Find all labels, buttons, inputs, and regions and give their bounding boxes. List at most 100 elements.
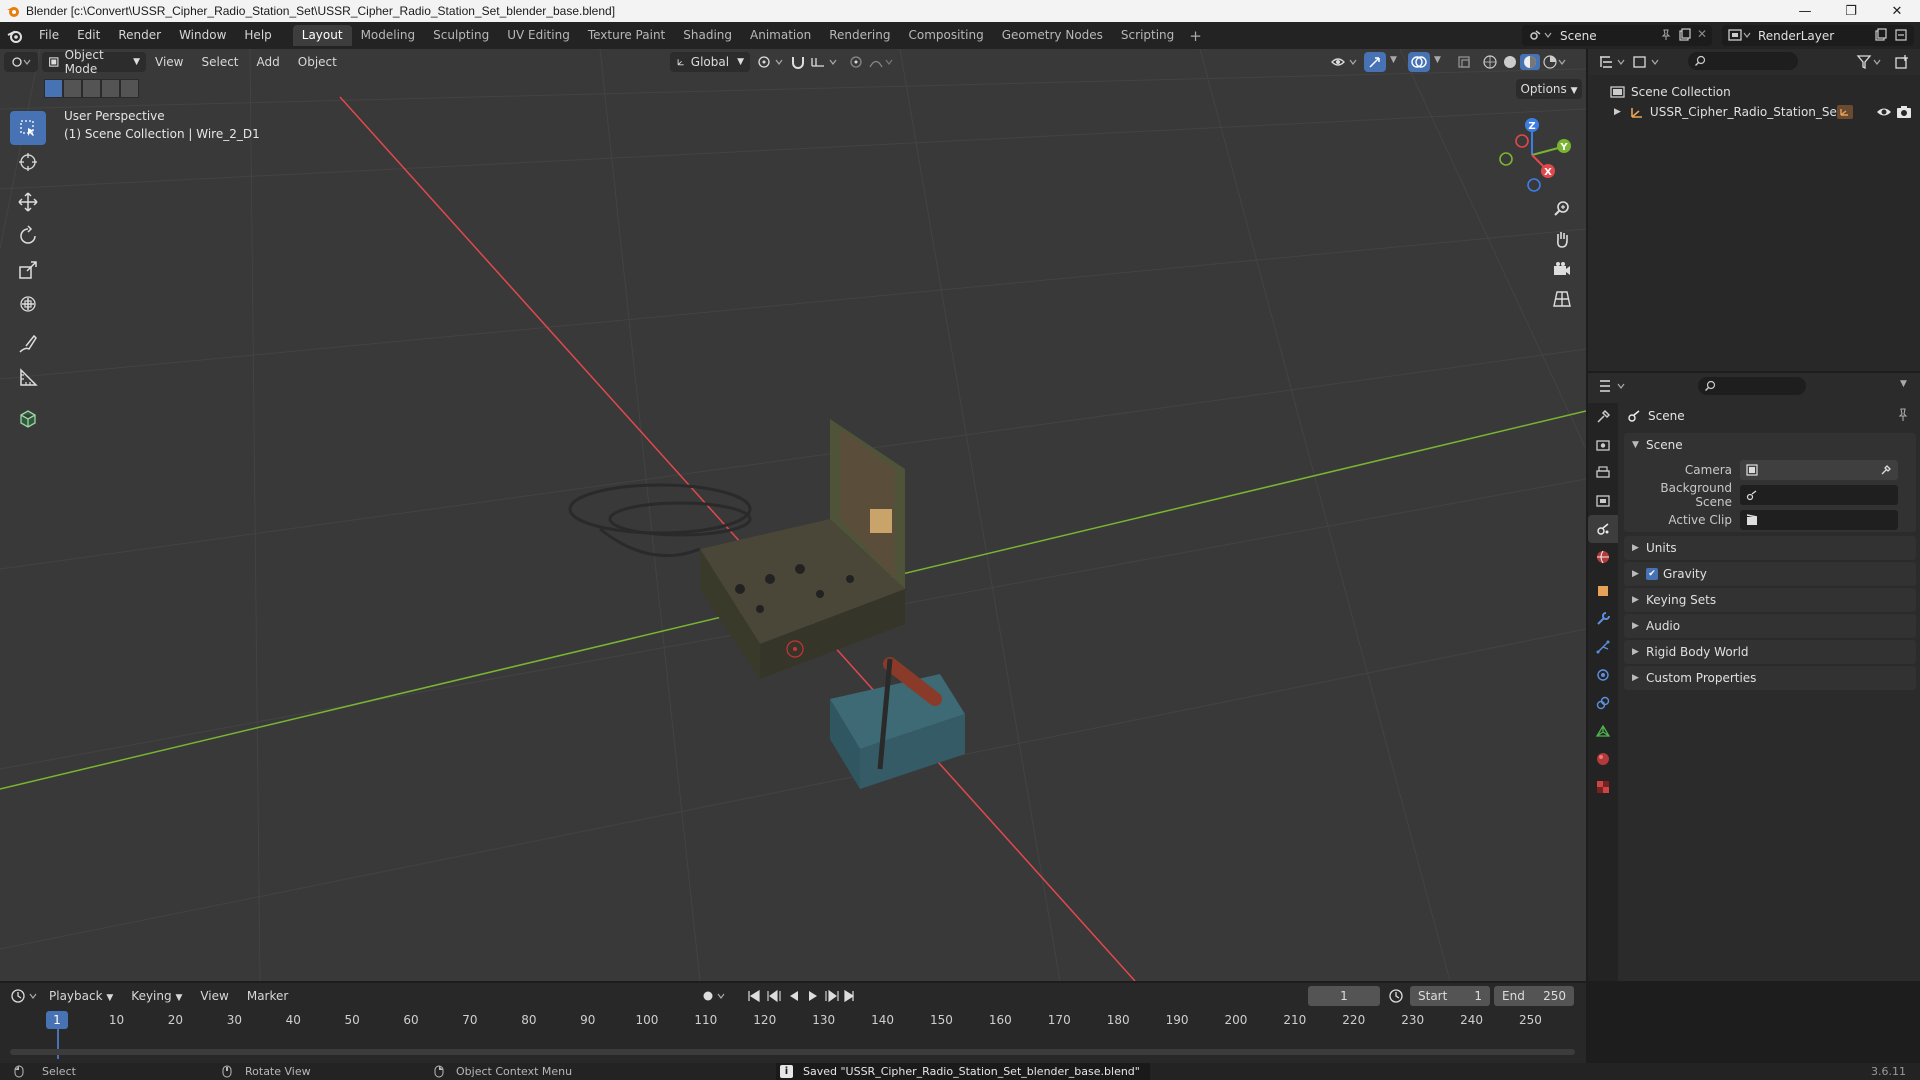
close-button[interactable]: ✕ xyxy=(1874,0,1920,22)
menu-edit[interactable]: Edit xyxy=(68,22,109,49)
playback-controls[interactable] xyxy=(746,988,856,1004)
transform-tool[interactable] xyxy=(10,287,46,321)
outliner-editor-type-icon[interactable] xyxy=(1598,54,1628,70)
tab-modeling[interactable]: Modeling xyxy=(352,25,425,46)
ortho-toggle-button[interactable] xyxy=(1548,285,1576,313)
neg-y-axis-handle[interactable] xyxy=(1499,152,1513,166)
timeline-menu-marker[interactable]: Marker xyxy=(238,989,297,1003)
tab-geometry-nodes[interactable]: Geometry Nodes xyxy=(993,25,1112,46)
minimize-button[interactable]: — xyxy=(1782,0,1828,22)
auto-keying-record-icon[interactable] xyxy=(700,988,730,1004)
proportional-editing-icon[interactable] xyxy=(848,54,864,70)
playhead-frame-indicator[interactable]: 1 xyxy=(46,1011,68,1029)
current-frame-field[interactable]: 1 xyxy=(1308,986,1380,1006)
viewport-menu-object[interactable]: Object xyxy=(289,55,346,69)
renderlayer-selector[interactable]: RenderLayer xyxy=(1722,25,1914,46)
tab-compositing[interactable]: Compositing xyxy=(899,25,992,46)
zoom-button[interactable] xyxy=(1548,195,1576,223)
chevron-down-icon[interactable]: ▼ xyxy=(1390,55,1397,65)
tab-data[interactable] xyxy=(1588,717,1618,745)
filter-icon[interactable] xyxy=(1856,54,1884,70)
preview-range-clock-icon[interactable] xyxy=(1388,988,1404,1004)
timeline-menu-playback[interactable]: Playback ▼ xyxy=(40,989,122,1003)
tab-sculpting[interactable]: Sculpting xyxy=(424,25,498,46)
editor-type-button[interactable] xyxy=(4,52,38,72)
timeline-scrollbar[interactable] xyxy=(10,1049,1575,1055)
measure-tool[interactable] xyxy=(10,361,46,395)
menu-file[interactable]: File xyxy=(30,22,68,49)
viewport-menu-view[interactable]: View xyxy=(146,55,192,69)
render-camera-icon[interactable] xyxy=(1896,105,1912,119)
scene-panel-header[interactable]: ▼ Scene xyxy=(1624,433,1916,457)
expand-arrow-icon[interactable]: ▶ xyxy=(1614,107,1621,117)
timeline-menu-keying[interactable]: Keying ▼ xyxy=(122,989,191,1003)
outliner-row-scene-collection[interactable]: Scene Collection xyxy=(1588,82,1920,102)
tab-texture[interactable] xyxy=(1588,773,1618,801)
add-cube-tool[interactable] xyxy=(10,401,46,435)
tab-view-layer[interactable] xyxy=(1588,487,1618,515)
tab-constraints[interactable] xyxy=(1588,689,1618,717)
gravity-panel[interactable]: ▶ ✔ Gravity xyxy=(1624,562,1916,586)
active-clip-field[interactable] xyxy=(1740,509,1898,530)
custom-properties-panel[interactable]: ▶ Custom Properties xyxy=(1624,666,1916,690)
timeline-editor-type-icon[interactable] xyxy=(10,988,40,1004)
select-box-tool[interactable] xyxy=(10,111,46,145)
audio-panel[interactable]: ▶ Audio xyxy=(1624,614,1916,638)
remove-renderlayer-icon[interactable] xyxy=(1894,28,1908,42)
add-workspace-button[interactable]: + xyxy=(1183,27,1208,45)
pan-button[interactable] xyxy=(1548,225,1576,253)
pin-icon[interactable] xyxy=(1660,29,1672,41)
display-mode-icon[interactable] xyxy=(1632,54,1662,70)
timeline-editor[interactable]: Playback ▼ Keying ▼ View Marker 1 Start … xyxy=(0,983,1586,1063)
pin-icon[interactable] xyxy=(1896,408,1910,422)
shading-mode-buttons[interactable] xyxy=(1482,54,1566,70)
snap-magnet-icon[interactable] xyxy=(790,54,806,70)
units-panel[interactable]: ▶ Units xyxy=(1624,536,1916,560)
scene-selector[interactable]: Scene ✕ xyxy=(1522,25,1712,46)
select-intersect-icon[interactable] xyxy=(120,79,139,98)
tab-world[interactable] xyxy=(1588,543,1618,571)
tab-animation[interactable]: Animation xyxy=(741,25,820,46)
cursor-tool[interactable] xyxy=(10,145,46,179)
gravity-checkbox[interactable]: ✔ xyxy=(1646,568,1658,580)
tab-object[interactable] xyxy=(1588,577,1618,605)
tab-shading[interactable]: Shading xyxy=(674,25,741,46)
chevron-down-icon[interactable]: ▼ xyxy=(1900,379,1907,389)
tab-texture-paint[interactable]: Texture Paint xyxy=(579,25,674,46)
rotate-tool[interactable] xyxy=(10,219,46,253)
scale-tool[interactable] xyxy=(10,253,46,287)
tab-particles[interactable] xyxy=(1588,633,1618,661)
maximize-button[interactable]: ❐ xyxy=(1828,0,1874,22)
menu-render[interactable]: Render xyxy=(109,22,170,49)
viewport-menu-select[interactable]: Select xyxy=(192,55,247,69)
3d-viewport[interactable]: Object Mode ▼ View Select Add Object Glo… xyxy=(0,49,1586,981)
new-renderlayer-icon[interactable] xyxy=(1874,28,1888,42)
navigation-gizmo[interactable]: Z Y X xyxy=(1490,113,1574,197)
chevron-down-icon[interactable]: ▼ xyxy=(1434,55,1441,65)
rigid-body-world-panel[interactable]: ▶ Rigid Body World xyxy=(1624,640,1916,664)
select-extend-icon[interactable] xyxy=(63,79,82,98)
xray-toggle-icon[interactable] xyxy=(1456,54,1472,70)
tab-scripting[interactable]: Scripting xyxy=(1112,25,1183,46)
object-mode-dropdown[interactable]: Object Mode ▼ xyxy=(42,49,146,76)
camera-view-button[interactable] xyxy=(1548,255,1576,283)
new-collection-icon[interactable] xyxy=(1894,54,1910,70)
background-scene-field[interactable] xyxy=(1740,484,1898,505)
tab-tool[interactable] xyxy=(1588,403,1618,431)
keying-sets-panel[interactable]: ▶ Keying Sets xyxy=(1624,588,1916,612)
tab-scene[interactable] xyxy=(1588,515,1618,543)
tab-layout[interactable]: Layout xyxy=(292,25,352,46)
select-subtract-icon[interactable] xyxy=(82,79,101,98)
tab-modifiers[interactable] xyxy=(1588,605,1618,633)
timeline-menu-view[interactable]: View xyxy=(191,989,237,1003)
tab-rendering[interactable]: Rendering xyxy=(820,25,899,46)
tab-material[interactable] xyxy=(1588,745,1618,773)
start-frame-field[interactable]: Start 1 xyxy=(1410,986,1490,1006)
tab-uv-editing[interactable]: UV Editing xyxy=(498,25,579,46)
pivot-point-icon[interactable] xyxy=(756,54,786,70)
tab-physics[interactable] xyxy=(1588,661,1618,689)
new-scene-icon[interactable] xyxy=(1678,28,1692,42)
viewport-menu-add[interactable]: Add xyxy=(248,55,289,69)
transform-orientation-dropdown[interactable]: Global ▼ xyxy=(670,52,750,72)
tab-render[interactable] xyxy=(1588,431,1618,459)
